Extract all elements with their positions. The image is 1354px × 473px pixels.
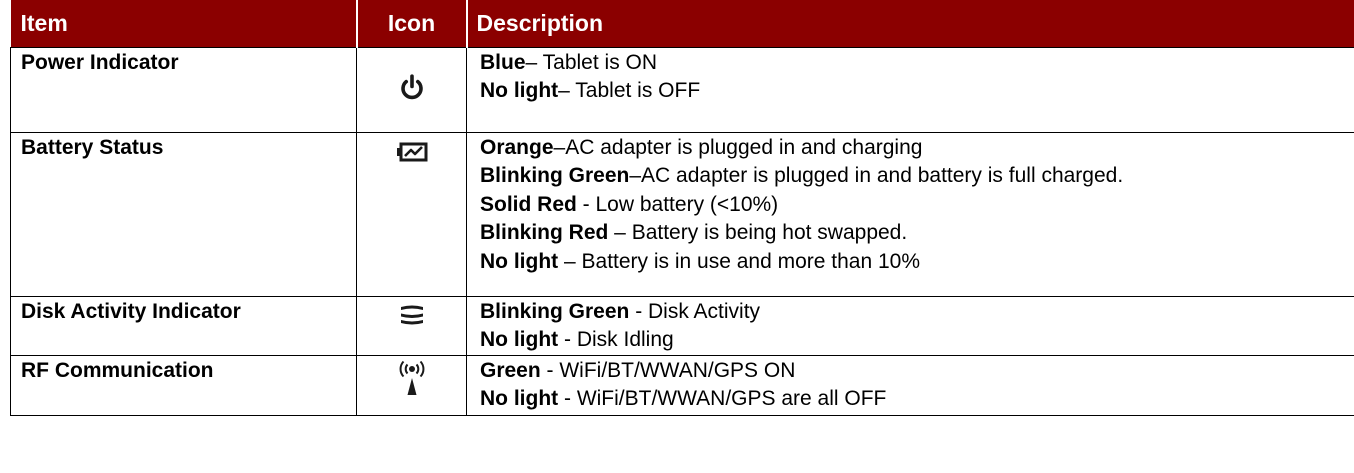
description-line: Green - WiFi/BT/WWAN/GPS ON — [480, 358, 796, 382]
description-line: Orange–AC adapter is plugged in and char… — [480, 135, 923, 159]
description-line: No light - Disk Idling — [480, 328, 674, 351]
icon-cell — [356, 295, 467, 356]
description: Blinking Green - Disk Activity No light … — [466, 295, 1354, 356]
power-icon — [400, 73, 423, 99]
description: Green - WiFi/BT/WWAN/GPS ON No light - W… — [466, 354, 1354, 416]
item-name: Disk Activity Indicator — [10, 295, 357, 356]
item-name: Power Indicator — [10, 46, 357, 133]
table-row: Power Indicator Blue– Tablet is ON No li… — [10, 46, 1354, 133]
table-header: Item Icon Description — [10, 0, 1354, 47]
header-item: Item — [20, 9, 68, 36]
description-line: No light – Battery is in use and more th… — [480, 249, 921, 273]
disk-activity-icon — [400, 305, 423, 324]
rf-communication-icon — [399, 360, 424, 395]
header-description: Description — [465, 0, 1354, 47]
description: Blue– Tablet is ON No light– Tablet is O… — [466, 46, 1354, 133]
icon-cell — [356, 131, 467, 297]
header-icon: Icon — [355, 0, 467, 47]
description-line: Blinking Green - Disk Activity — [480, 299, 761, 323]
description-line: No light– Tablet is OFF — [480, 79, 701, 102]
item-name: RF Communication — [10, 354, 357, 416]
header-row: Item Icon Description — [10, 0, 1354, 47]
table-row: Battery Status Orange–AC adapter is plug… — [10, 131, 1354, 297]
battery-status-icon — [396, 142, 427, 161]
description-line: Blinking Green–AC adapter is plugged in … — [480, 164, 1124, 187]
description-line: Blue– Tablet is ON — [480, 50, 658, 74]
description-line: Blinking Red – Battery is being hot swap… — [480, 221, 908, 244]
description-line: Solid Red - Low battery (<10%) — [480, 192, 779, 216]
icon-cell — [356, 354, 467, 416]
led-indicator-table: Item Icon Description Power Indicator Bl… — [10, 0, 1354, 416]
description-line: No light - WiFi/BT/WWAN/GPS are all OFF — [480, 387, 887, 410]
description: Orange–AC adapter is plugged in and char… — [466, 131, 1354, 297]
icon-cell — [356, 46, 467, 133]
table-row: Disk Activity Indicator Blinking Green -… — [10, 295, 1354, 356]
item-name: Battery Status — [10, 131, 357, 297]
table-row: RF Communication Green - WiFi/BT/WWAN/GP… — [10, 354, 1354, 416]
